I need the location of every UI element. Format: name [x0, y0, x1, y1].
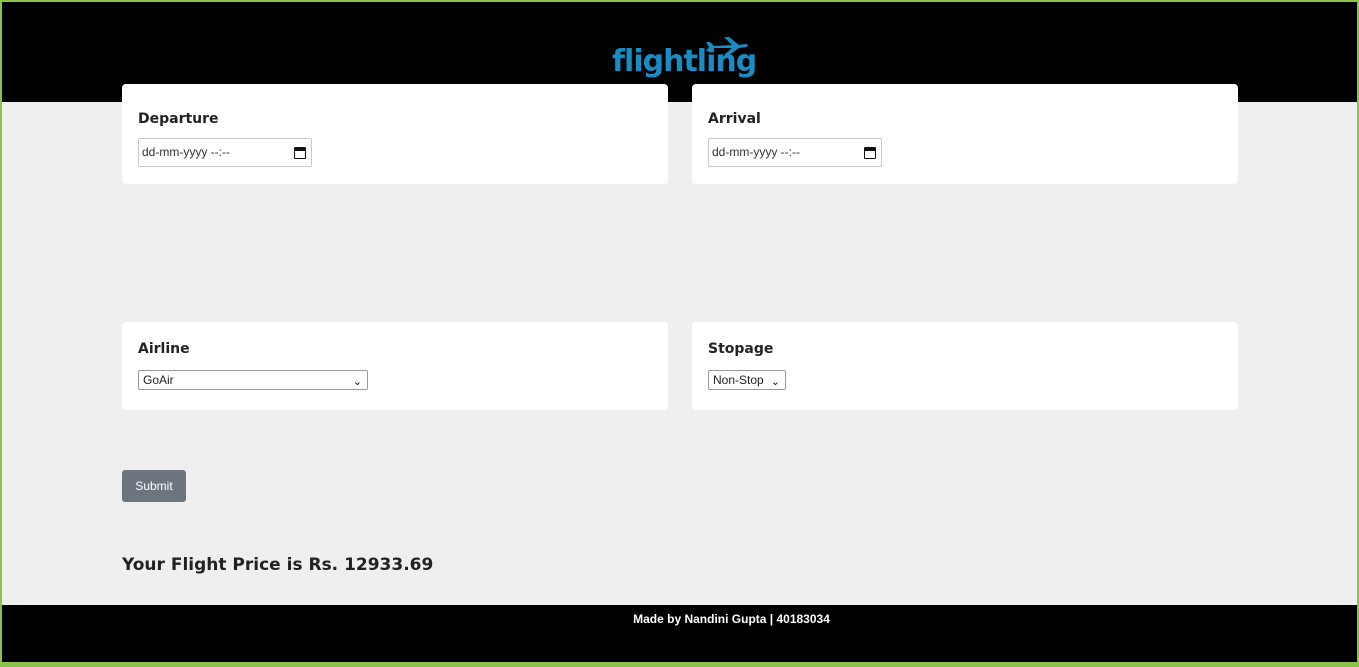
airline-select[interactable]: GoAir ⌄ [138, 370, 368, 390]
departure-date-placeholder: dd-mm-yyyy --:-- [142, 145, 230, 159]
chevron-down-icon: ⌄ [770, 375, 780, 388]
calendar-icon[interactable] [864, 147, 876, 159]
arrival-card: Arrival dd-mm-yyyy --:-- [692, 84, 1238, 184]
departure-date-input[interactable]: dd-mm-yyyy --:-- [138, 138, 312, 167]
stopage-card: Stopage Non-Stop ⌄ [692, 322, 1238, 410]
price-result: Your Flight Price is Rs. 12933.69 [122, 555, 434, 575]
stopage-label: Stopage [708, 341, 774, 357]
footer-credit: Made by Nandini Gupta | 40183034 [633, 612, 830, 626]
airline-selected-value: GoAir [143, 373, 174, 387]
airline-label: Airline [138, 341, 190, 357]
arrival-label: Arrival [708, 111, 761, 127]
departure-label: Departure [138, 111, 219, 127]
logo-text: flightling [612, 44, 757, 79]
calendar-icon[interactable] [294, 147, 306, 159]
footer: Made by Nandini Gupta | 40183034 [2, 605, 1357, 662]
logo: flightling [610, 36, 760, 86]
chevron-down-icon: ⌄ [352, 375, 362, 388]
arrival-date-placeholder: dd-mm-yyyy --:-- [712, 145, 800, 159]
arrival-date-input[interactable]: dd-mm-yyyy --:-- [708, 138, 882, 167]
airline-card: Airline GoAir ⌄ [122, 322, 668, 410]
stopage-selected-value: Non-Stop [713, 373, 764, 387]
app-frame: flightling Departure dd-mm-yyyy --:-- Ar… [2, 2, 1357, 662]
departure-card: Departure dd-mm-yyyy --:-- [122, 84, 668, 184]
submit-button[interactable]: Submit [122, 470, 186, 502]
stopage-select[interactable]: Non-Stop ⌄ [708, 370, 786, 390]
